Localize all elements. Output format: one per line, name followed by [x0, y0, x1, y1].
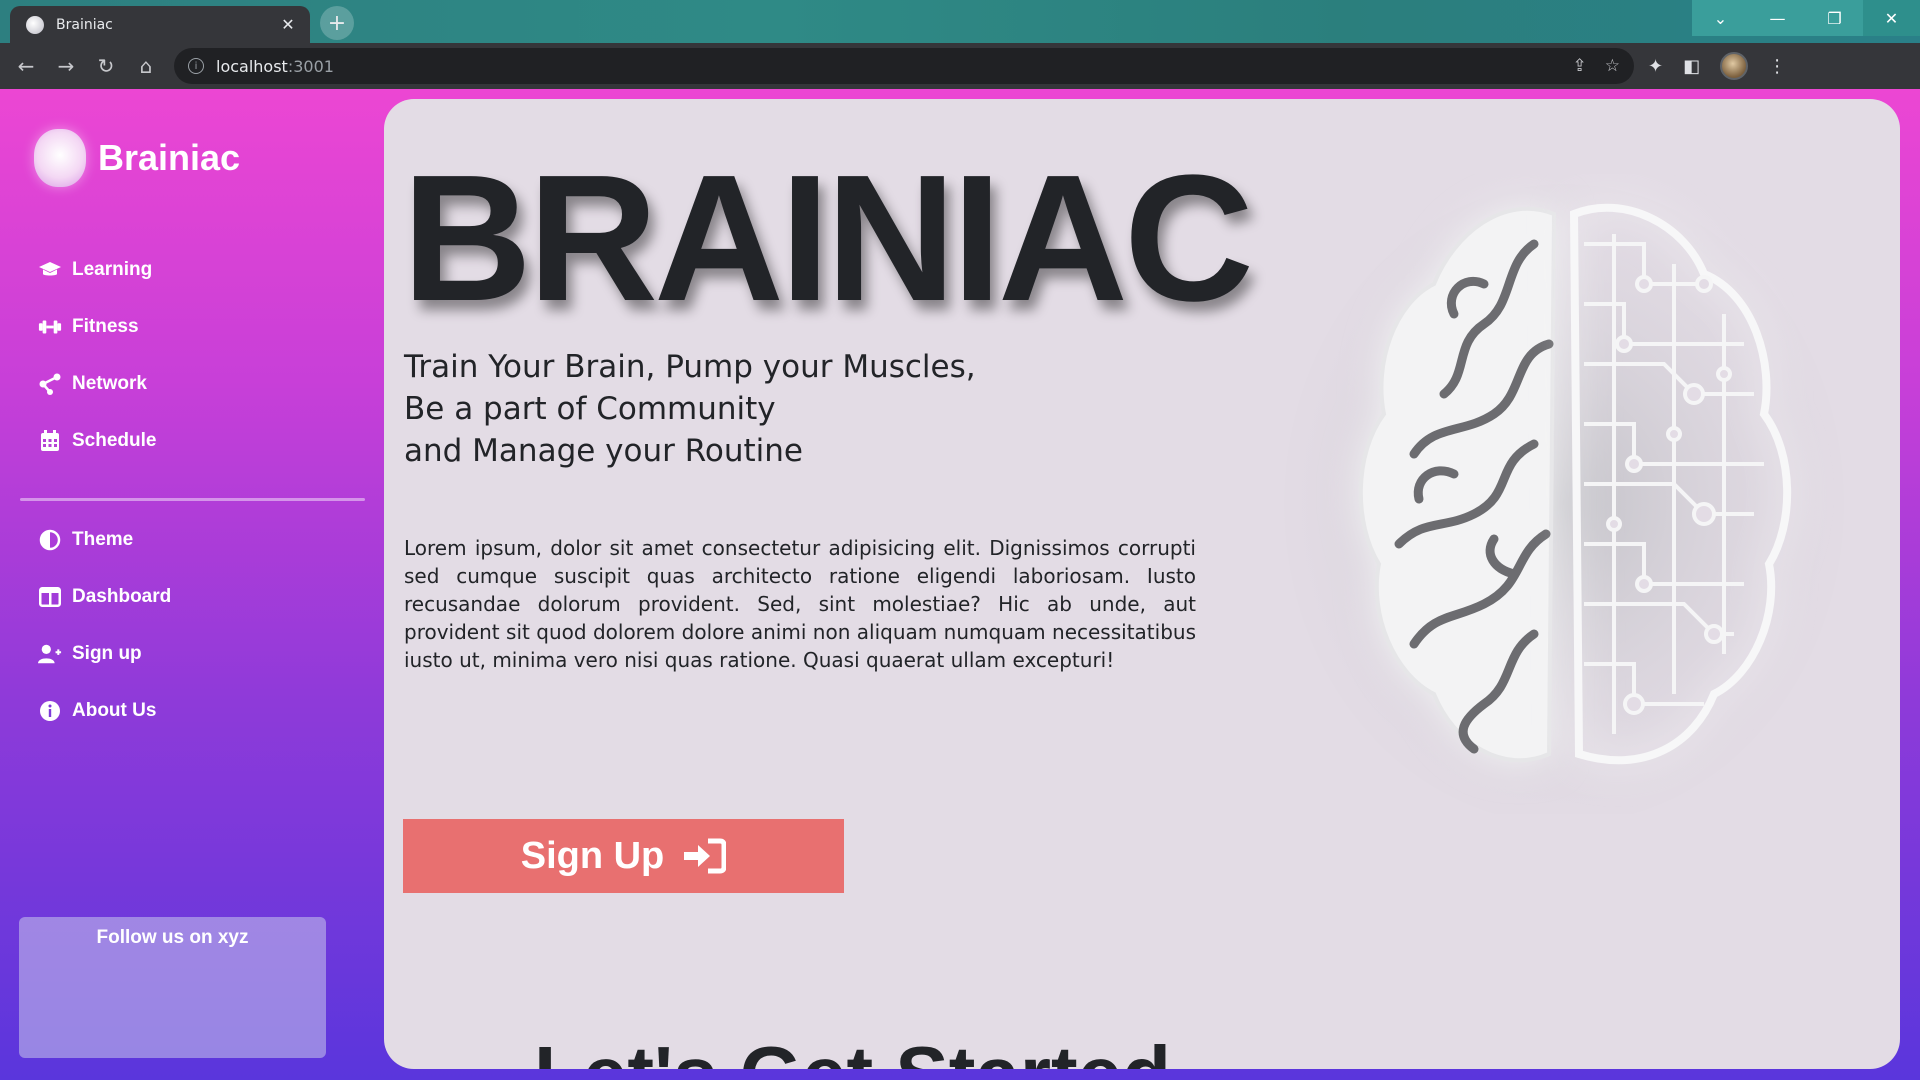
sign-up-label: Sign Up — [520, 834, 665, 877]
menu-kebab-icon[interactable]: ⋮ — [1768, 56, 1786, 77]
browser-toolbar: ← → ↻ ⌂ i localhost:3001 ⇪ ☆ ✦ ◧ ⋮ — [0, 43, 1920, 89]
address-bar[interactable]: i localhost:3001 ⇪ ☆ — [174, 48, 1634, 84]
forward-arrow-icon[interactable]: → — [46, 46, 86, 86]
url-port: :3001 — [287, 56, 334, 76]
follow-text: Follow us on xyz — [96, 927, 249, 948]
window-controls: ⌄ — ❐ ✕ — [1692, 0, 1920, 36]
sidebar-divider — [20, 498, 365, 501]
sidebar-item-label: Sign up — [72, 642, 142, 664]
url-host: localhost — [216, 56, 288, 76]
graduation-cap-icon — [38, 258, 62, 282]
browser-tab-strip: Brainiac ✕ + ⌄ — ❐ ✕ — [0, 0, 1920, 43]
extensions-puzzle-icon[interactable]: ✦ — [1648, 56, 1663, 77]
sidebar-item-label: Dashboard — [72, 585, 172, 607]
tab-title: Brainiac — [56, 16, 113, 33]
new-tab-button[interactable]: + — [320, 6, 354, 40]
sidebar-item-label: About Us — [72, 699, 157, 721]
brain-favicon-icon — [26, 15, 44, 34]
site-info-icon[interactable]: i — [188, 58, 204, 74]
bookmark-star-icon[interactable]: ☆ — [1605, 56, 1620, 76]
home-icon[interactable]: ⌂ — [126, 46, 166, 86]
restore-button[interactable]: ❐ — [1806, 0, 1863, 36]
share-network-icon — [38, 372, 62, 396]
brand-name: Brainiac — [98, 137, 241, 178]
sidebar-item-learning[interactable]: Learning — [38, 241, 338, 298]
sidebar-item-fitness[interactable]: Fitness — [38, 298, 338, 355]
sidebar-item-label: Theme — [72, 528, 134, 550]
profile-avatar[interactable] — [1720, 52, 1749, 80]
hero-title: BRAINIAC — [402, 138, 1254, 339]
sidebar-item-theme[interactable]: Theme — [38, 511, 338, 568]
subtitle-line: Be a part of Community — [404, 391, 776, 427]
sign-in-icon — [684, 838, 727, 874]
side-panel-icon[interactable]: ◧ — [1683, 56, 1700, 77]
dumbbell-icon — [38, 315, 62, 339]
sidebar-item-network[interactable]: Network — [38, 355, 338, 412]
back-arrow-icon[interactable]: ← — [6, 46, 46, 86]
calendar-icon — [38, 429, 62, 453]
section-heading-cut-off: Let's Get Started — [534, 1029, 1171, 1069]
toolbar-actions: ✦ ◧ ⋮ — [1648, 52, 1786, 80]
browser-tab[interactable]: Brainiac ✕ — [10, 6, 310, 43]
follow-card: Follow us on xyz — [19, 917, 326, 1058]
share-icon[interactable]: ⇪ — [1573, 56, 1587, 76]
sidebar-item-about-us[interactable]: About Us — [38, 682, 338, 739]
sign-up-button[interactable]: Sign Up — [403, 819, 844, 893]
sidebar-item-label: Learning — [72, 258, 153, 280]
hero-subtitle: Train Your Brain, Pump your Muscles, Be … — [404, 346, 1104, 472]
theme-half-circle-icon — [38, 528, 62, 552]
close-tab-icon[interactable]: ✕ — [278, 15, 298, 34]
sidebar-item-label: Schedule — [72, 429, 157, 451]
omnibox-actions: ⇪ ☆ — [1573, 56, 1621, 76]
url-text[interactable]: localhost:3001 — [216, 57, 1561, 76]
brand[interactable]: Brainiac — [34, 129, 240, 187]
sidebar-item-schedule[interactable]: Schedule — [38, 412, 338, 469]
close-window-button[interactable]: ✕ — [1863, 0, 1920, 36]
sidebar-nav-primary: Learning Fitness Network Schedule — [38, 241, 338, 469]
main-panel: BRAINIAC Train Your Brain, Pump your Mus… — [384, 99, 1900, 1069]
minimize-button[interactable]: — — [1749, 0, 1806, 36]
subtitle-line: Train Your Brain, Pump your Muscles, — [404, 349, 976, 385]
hero-description: Lorem ipsum, dolor sit amet consectetur … — [404, 536, 1196, 672]
sidebar-item-dashboard[interactable]: Dashboard — [38, 568, 338, 625]
user-plus-icon — [38, 642, 62, 666]
info-circle-icon — [38, 699, 62, 723]
sidebar-item-label: Network — [72, 372, 147, 394]
sidebar-item-sign-up[interactable]: Sign up — [38, 625, 338, 682]
subtitle-line: and Manage your Routine — [404, 433, 803, 469]
dashboard-columns-icon — [38, 585, 62, 609]
brain-logo-icon — [34, 129, 86, 187]
sidebar-item-label: Fitness — [72, 315, 139, 337]
tab-search-button[interactable]: ⌄ — [1692, 0, 1749, 36]
reload-icon[interactable]: ↻ — [86, 46, 126, 86]
sidebar-nav-secondary: Theme Dashboard Sign up About Us — [38, 511, 338, 739]
brain-circuit-illustration — [1284, 184, 1844, 814]
